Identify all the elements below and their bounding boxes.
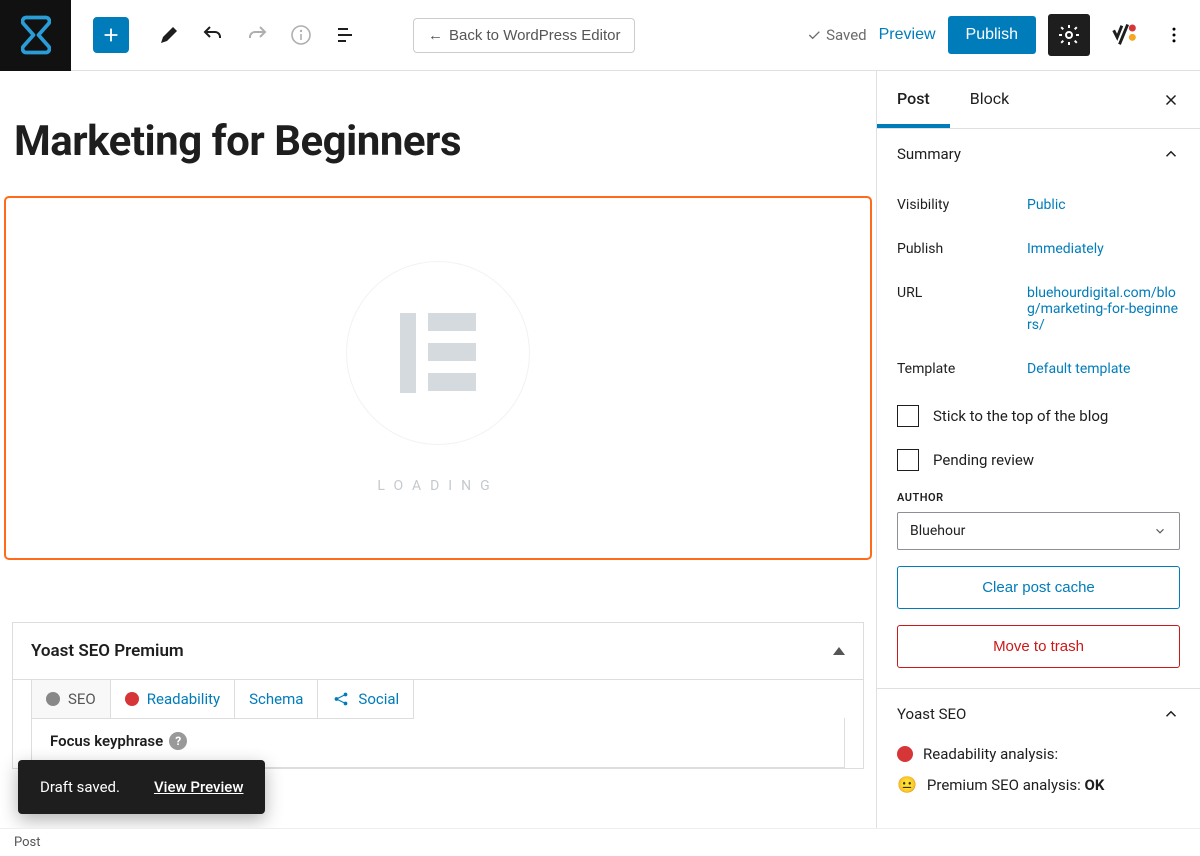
emoji-neutral-icon: 😐 bbox=[897, 775, 917, 794]
back-label: Back to WordPress Editor bbox=[449, 27, 620, 44]
undo-icon bbox=[201, 23, 225, 47]
main-area: Marketing for Beginners LOADING Yoast SE… bbox=[0, 71, 1200, 856]
yoast-plugin-button[interactable] bbox=[1102, 14, 1144, 56]
template-row[interactable]: Template Default template bbox=[897, 347, 1180, 391]
yoast-seo-panel: Yoast SEO Readability analysis: 😐 Premiu… bbox=[877, 689, 1200, 800]
undo-button[interactable] bbox=[195, 17, 231, 53]
pending-review-row[interactable]: Pending review bbox=[897, 435, 1180, 479]
yoast-tab-social[interactable]: Social bbox=[317, 679, 414, 719]
yoast-tabs: SEO Readability Schema Social bbox=[13, 679, 863, 719]
bullet-icon bbox=[46, 692, 60, 706]
preview-button[interactable]: Preview bbox=[879, 26, 936, 44]
back-to-wp-button[interactable]: ← Back to WordPress Editor bbox=[413, 18, 635, 53]
app-logo[interactable] bbox=[0, 0, 71, 71]
move-trash-button[interactable]: Move to trash bbox=[897, 625, 1180, 668]
yoast-metabox-header[interactable]: Yoast SEO Premium bbox=[13, 623, 863, 679]
stick-top-row[interactable]: Stick to the top of the blog bbox=[897, 391, 1180, 435]
plus-icon bbox=[100, 24, 122, 46]
stick-checkbox[interactable] bbox=[897, 405, 919, 427]
toolbar-left-group: ← Back to WordPress Editor bbox=[71, 17, 635, 53]
focus-keyphrase-label: Focus keyphrase ? bbox=[32, 718, 844, 764]
author-select[interactable]: Bluehour bbox=[897, 512, 1180, 550]
hourglass-logo-icon bbox=[21, 15, 51, 55]
close-icon bbox=[1162, 91, 1180, 109]
sidebar-tabs: Post Block bbox=[877, 71, 1200, 129]
pencil-icon bbox=[157, 23, 181, 47]
toast-notification: Draft saved. View Preview bbox=[18, 760, 265, 814]
yoast-icon bbox=[1109, 21, 1137, 49]
info-button[interactable] bbox=[283, 17, 319, 53]
chevron-up-icon bbox=[1162, 705, 1180, 723]
yoast-panel-header[interactable]: Yoast SEO bbox=[877, 689, 1200, 739]
share-icon bbox=[332, 690, 350, 708]
sidebar: Post Block Summary Visibility Public Pub… bbox=[876, 71, 1200, 856]
post-title[interactable]: Marketing for Beginners bbox=[0, 71, 876, 196]
readability-analysis-row[interactable]: Readability analysis: bbox=[877, 739, 1200, 769]
top-toolbar: ← Back to WordPress Editor Saved Preview… bbox=[0, 0, 1200, 71]
yoast-tab-readability[interactable]: Readability bbox=[110, 679, 235, 719]
redo-icon bbox=[245, 23, 269, 47]
sidebar-close-button[interactable] bbox=[1162, 91, 1180, 109]
premium-analysis-row[interactable]: 😐 Premium SEO analysis: OK bbox=[877, 769, 1200, 800]
clear-cache-button[interactable]: Clear post cache bbox=[897, 566, 1180, 609]
chevron-up-icon bbox=[1162, 145, 1180, 163]
settings-button[interactable] bbox=[1048, 14, 1090, 56]
url-row[interactable]: URL bluehourdigital.com/blog/marketing-f… bbox=[897, 271, 1180, 347]
yoast-metabox: Yoast SEO Premium SEO Readability Schema bbox=[12, 622, 864, 769]
publish-row[interactable]: Publish Immediately bbox=[897, 227, 1180, 271]
sidebar-tab-post[interactable]: Post bbox=[877, 71, 950, 128]
info-icon bbox=[289, 23, 313, 47]
loading-text: LOADING bbox=[377, 478, 498, 494]
add-block-button[interactable] bbox=[93, 17, 129, 53]
more-menu-button[interactable] bbox=[1156, 14, 1192, 56]
bullet-icon bbox=[125, 692, 139, 706]
redo-button[interactable] bbox=[239, 17, 275, 53]
yoast-title: Yoast SEO Premium bbox=[31, 641, 184, 661]
edit-tools-button[interactable] bbox=[151, 17, 187, 53]
gear-icon bbox=[1057, 23, 1081, 47]
arrow-left-icon: ← bbox=[428, 27, 443, 44]
toast-action-link[interactable]: View Preview bbox=[154, 778, 244, 796]
elementor-logo bbox=[347, 262, 529, 444]
editor-column: Marketing for Beginners LOADING Yoast SE… bbox=[0, 71, 876, 856]
publish-button[interactable]: Publish bbox=[948, 16, 1036, 54]
yoast-tab-seo[interactable]: SEO bbox=[31, 679, 111, 719]
help-icon[interactable]: ? bbox=[169, 732, 187, 750]
elementor-loading-block[interactable]: LOADING bbox=[4, 196, 872, 560]
visibility-row[interactable]: Visibility Public bbox=[897, 183, 1180, 227]
yoast-tab-schema[interactable]: Schema bbox=[234, 679, 318, 719]
breadcrumb-status[interactable]: Post bbox=[0, 828, 1200, 856]
sidebar-tab-block[interactable]: Block bbox=[950, 71, 1029, 128]
collapse-icon bbox=[833, 647, 845, 655]
summary-panel-header[interactable]: Summary bbox=[877, 129, 1200, 179]
toast-message: Draft saved. bbox=[40, 778, 120, 796]
check-icon bbox=[806, 27, 822, 43]
status-dot-red bbox=[897, 746, 913, 762]
chevron-down-icon bbox=[1153, 524, 1167, 538]
author-label: AUTHOR bbox=[897, 491, 1180, 504]
summary-panel: Summary Visibility Public Publish Immedi… bbox=[877, 129, 1200, 689]
saved-indicator: Saved bbox=[806, 26, 867, 44]
toolbar-right-group: Saved Preview Publish bbox=[806, 14, 1200, 56]
pending-checkbox[interactable] bbox=[897, 449, 919, 471]
list-icon bbox=[333, 23, 357, 47]
dots-vertical-icon bbox=[1164, 25, 1184, 45]
outline-button[interactable] bbox=[327, 17, 363, 53]
